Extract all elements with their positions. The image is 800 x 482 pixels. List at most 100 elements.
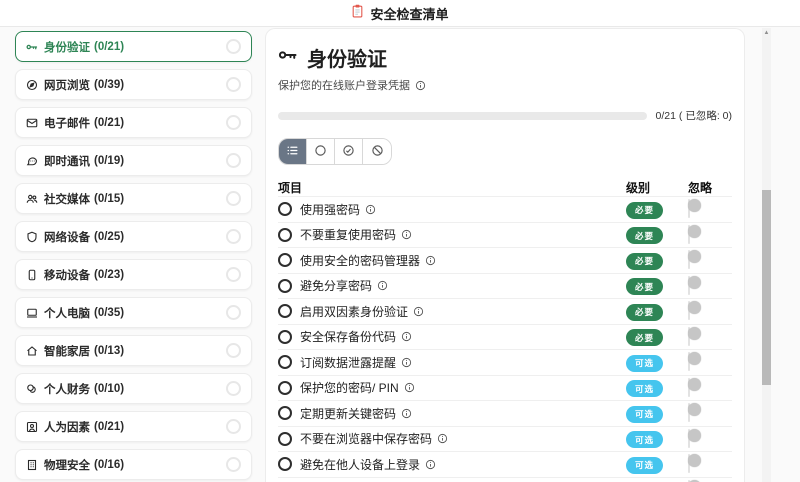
section-title-row: 身份验证 xyxy=(278,43,732,72)
level-badge: 可选 xyxy=(626,380,664,397)
item-checkbox[interactable] xyxy=(278,278,292,293)
info-icon[interactable] xyxy=(401,331,412,342)
sidebar-item-count: (0/21) xyxy=(94,40,125,53)
item-label: 定期更新关键密码 xyxy=(300,406,397,421)
sidebar-item-7[interactable]: 个人电脑 (0/35) xyxy=(15,297,252,328)
circle-icon xyxy=(314,144,327,160)
ignore-toggle[interactable] xyxy=(688,326,701,346)
checklist-row: 不要在浏览器中保存密码 可选 xyxy=(278,425,732,452)
ignore-toggle[interactable] xyxy=(688,377,701,397)
sidebar-item-1[interactable]: 网页浏览 (0/39) xyxy=(15,69,252,100)
item-checkbox[interactable] xyxy=(278,202,292,217)
info-icon[interactable] xyxy=(377,280,388,291)
progress-bar xyxy=(278,111,647,120)
info-icon[interactable] xyxy=(365,204,376,215)
level-badge: 可选 xyxy=(626,431,664,448)
home-icon xyxy=(26,345,38,357)
sidebar-item-count: (0/15) xyxy=(94,192,125,205)
ignore-toggle[interactable] xyxy=(688,454,701,474)
item-checkbox[interactable] xyxy=(278,406,292,421)
filter-button-group xyxy=(278,138,392,165)
ignore-toggle[interactable] xyxy=(688,301,701,321)
item-checkbox[interactable] xyxy=(278,253,292,268)
ignore-toggle[interactable] xyxy=(688,403,701,423)
sidebar-item-count: (0/35) xyxy=(94,306,125,319)
info-icon[interactable] xyxy=(425,255,436,266)
info-icon[interactable] xyxy=(404,382,415,393)
sidebar-item-count: (0/19) xyxy=(94,154,125,167)
sidebar-item-2[interactable]: 电子邮件 (0/21) xyxy=(15,107,252,138)
sidebar-item-6[interactable]: 移动设备 (0/23) xyxy=(15,259,252,290)
filter-done-button[interactable] xyxy=(335,139,363,164)
progress-ring-icon xyxy=(226,343,241,358)
sidebar-item-4[interactable]: 社交媒体 (0/15) xyxy=(15,183,252,214)
item-label: 订阅数据泄露提醒 xyxy=(300,355,397,370)
sidebar-item-5[interactable]: 网络设备 (0/25) xyxy=(15,221,252,252)
checklist-row: 使用强密码 必要 xyxy=(278,196,732,222)
info-icon[interactable] xyxy=(401,229,412,240)
users-icon xyxy=(26,193,38,205)
info-icon[interactable] xyxy=(401,408,412,419)
level-badge: 必要 xyxy=(626,278,664,295)
ignore-toggle[interactable] xyxy=(688,352,701,372)
ban-circle-icon xyxy=(371,144,384,160)
ignore-toggle[interactable] xyxy=(688,250,701,270)
filter-ignored-button[interactable] xyxy=(363,139,391,164)
item-checkbox[interactable] xyxy=(278,380,292,395)
checklist-row: 订阅数据泄露提醒 可选 xyxy=(278,349,732,375)
coins-icon xyxy=(26,383,38,395)
progress-row: 0/21 ( 已忽略: 0) xyxy=(278,108,732,123)
building-icon xyxy=(26,459,38,471)
sidebar-item-10[interactable]: 人为因素 (0/21) xyxy=(15,411,252,442)
level-badge: 必要 xyxy=(626,252,664,270)
item-checkbox[interactable] xyxy=(278,431,292,446)
item-checkbox[interactable] xyxy=(278,227,292,242)
sidebar-item-label: 个人财务 xyxy=(44,383,90,396)
item-checkbox[interactable] xyxy=(278,355,292,370)
info-icon[interactable] xyxy=(437,433,448,444)
item-checkbox[interactable] xyxy=(278,329,292,344)
progress-ring-icon xyxy=(226,457,241,472)
sidebar-item-11[interactable]: 物理安全 (0/16) xyxy=(15,449,252,480)
level-badge: 必要 xyxy=(626,329,664,346)
checklist-rows: 使用强密码 必要 不要重复使用密码 必要 使用安全的密码管理器 必要 避免分享密… xyxy=(278,196,732,482)
progress-ring-icon xyxy=(226,39,241,54)
item-label: 安全保存备份代码 xyxy=(300,330,397,345)
sidebar-item-label: 网页浏览 xyxy=(44,79,90,92)
level-badge: 可选 xyxy=(626,456,664,474)
sidebar-item-count: (0/25) xyxy=(94,230,125,243)
app-header: 安全检查清单 xyxy=(0,0,800,27)
progress-ring-icon xyxy=(226,419,241,434)
filter-todo-button[interactable] xyxy=(307,139,335,164)
ignore-toggle[interactable] xyxy=(688,199,701,219)
page-scrollbar[interactable]: ▲ xyxy=(762,28,771,482)
item-label: 启用双因素身份验证 xyxy=(300,304,409,319)
scrollbar-thumb[interactable] xyxy=(762,190,771,385)
app-title: 安全检查清单 xyxy=(370,6,449,22)
info-icon[interactable] xyxy=(415,80,426,91)
sidebar-item-count: (0/23) xyxy=(94,268,125,281)
info-icon[interactable] xyxy=(401,357,412,368)
chat-icon xyxy=(26,155,38,167)
sidebar-item-3[interactable]: 即时通讯 (0/19) xyxy=(15,145,252,176)
checklist-row: 避免在他人设备上登录 可选 xyxy=(278,451,732,477)
info-icon[interactable] xyxy=(425,459,436,470)
sidebar-item-count: (0/13) xyxy=(94,344,125,357)
section-title: 身份验证 xyxy=(307,49,387,71)
level-badge: 必要 xyxy=(626,227,664,244)
sidebar-item-0[interactable]: 身份验证 (0/21) xyxy=(15,31,252,62)
ignore-toggle[interactable] xyxy=(688,275,701,295)
desktop-icon xyxy=(26,307,38,319)
info-icon[interactable] xyxy=(413,306,424,317)
sidebar-item-8[interactable]: 智能家居 (0/13) xyxy=(15,335,252,366)
sidebar-item-label: 社交媒体 xyxy=(44,193,90,206)
sidebar-item-9[interactable]: 个人财务 (0/10) xyxy=(15,373,252,404)
item-label: 使用强密码 xyxy=(300,202,361,217)
ignore-toggle[interactable] xyxy=(688,428,701,448)
item-checkbox[interactable] xyxy=(278,304,292,319)
item-checkbox[interactable] xyxy=(278,457,292,472)
filter-all-button[interactable] xyxy=(279,139,307,164)
ignore-toggle[interactable] xyxy=(688,224,701,244)
scrollbar-up-arrow[interactable]: ▲ xyxy=(762,29,771,37)
progress-text: 0/21 ( 已忽略: 0) xyxy=(655,110,732,122)
